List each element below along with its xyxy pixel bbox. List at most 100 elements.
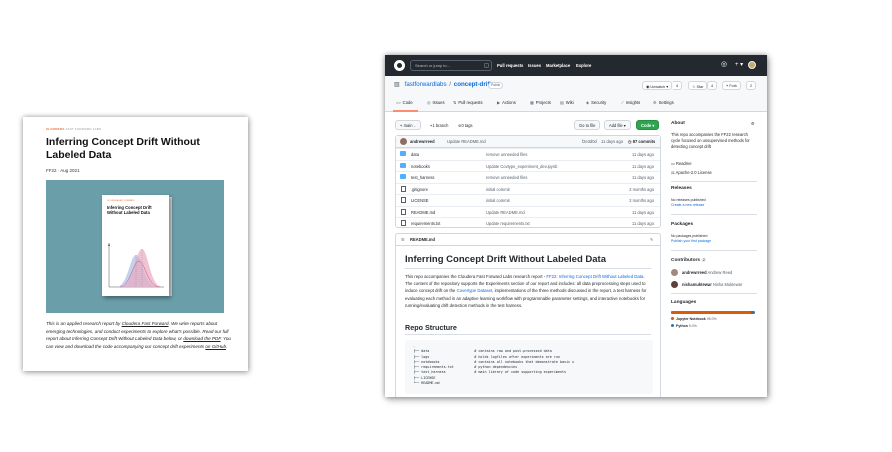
- tab-security-label: Security: [591, 100, 607, 105]
- book-illustration: [108, 243, 164, 288]
- edit-pencil-icon[interactable]: ✎: [650, 237, 653, 242]
- commit-message[interactable]: Update README.md: [447, 139, 486, 144]
- commit-hash[interactable]: f2e3d0d: [582, 139, 597, 144]
- covertype-dataset-link[interactable]: Covertype Dataset: [457, 288, 493, 293]
- file-commit-message[interactable]: remove unneeded files: [486, 175, 527, 180]
- file-row[interactable]: README.md Update README.md 11 days ago: [396, 205, 660, 217]
- tab-actions[interactable]: ▶ Actions: [497, 100, 516, 105]
- branches-link[interactable]: ⑂1 branch: [430, 123, 448, 128]
- bell-icon[interactable]: ◎: [721, 61, 728, 69]
- repo-owner-link[interactable]: fastforwardlabs: [405, 81, 447, 88]
- nav-pull-requests[interactable]: Pull requests: [497, 63, 523, 68]
- tab-wiki[interactable]: ▤ Wiki: [560, 100, 574, 105]
- file-row[interactable]: LICENSE initial commit 2 months ago: [396, 194, 660, 205]
- fork-button[interactable]: ⑂ Fork: [722, 81, 741, 90]
- pull-request-icon: ⇅: [453, 100, 457, 105]
- file-row[interactable]: test_harness remove unneeded files 11 days…: [396, 171, 660, 182]
- tab-security[interactable]: ◈ Security: [586, 100, 606, 105]
- watch-count[interactable]: 4: [673, 81, 683, 90]
- readme-file-label: README.md: [410, 237, 436, 242]
- tab-projects[interactable]: ▦ Projects: [530, 100, 551, 105]
- tab-settings[interactable]: ⚙ Settings: [653, 100, 674, 105]
- commits-count-label: 87 commits: [632, 139, 656, 144]
- nav-issues[interactable]: Issues: [528, 63, 541, 68]
- contributor-2-name: Nisha Muktewar: [712, 282, 743, 287]
- contributor-1[interactable]: andrewrreed Andrew Reed: [682, 270, 732, 275]
- commit-author[interactable]: andrewrreed: [410, 139, 435, 144]
- tab-code[interactable]: <> Code: [396, 100, 413, 105]
- language-jupyter[interactable]: Jupyter Notebook 95.0%: [671, 317, 717, 321]
- file-commit-message[interactable]: remove unneeded files: [486, 152, 527, 157]
- star-count[interactable]: 4: [707, 81, 718, 90]
- branch-label: main: [403, 123, 413, 128]
- file-name[interactable]: test_harness: [411, 175, 434, 180]
- download-pdf-link[interactable]: download the PDF: [183, 336, 220, 341]
- tab-settings-label: Settings: [658, 100, 674, 105]
- jupyter-dot-icon: [671, 317, 674, 320]
- license-link[interactable]: ⚖ Apache-2.0 License: [671, 170, 712, 175]
- language-bar-jupyter: [671, 311, 751, 314]
- nav-marketplace[interactable]: Marketplace: [546, 63, 570, 68]
- branch-selector[interactable]: ⑂ main ▾: [395, 120, 422, 130]
- file-commit-message[interactable]: Update requirements.txt: [486, 221, 530, 226]
- file-commit-message[interactable]: initial commit: [486, 187, 510, 192]
- commits-count[interactable]: ◷ 87 commits: [628, 139, 655, 144]
- author-avatar[interactable]: [400, 138, 407, 145]
- file-commit-message[interactable]: initial commit: [486, 198, 510, 203]
- book-title: Inferring Concept Drift Without Labeled …: [107, 205, 152, 215]
- file-row[interactable]: .gitignore initial commit 2 months ago: [396, 182, 660, 194]
- file-commit-message[interactable]: Update Covtype_experiment_dev.ipynb: [486, 164, 557, 169]
- tab-issues-label: Issues: [432, 100, 445, 105]
- contributor-avatar[interactable]: [671, 281, 678, 288]
- file-row[interactable]: notebooks Update Covtype_experiment_dev.i…: [396, 159, 660, 171]
- file-age: 11 days ago: [631, 175, 654, 180]
- repo-name-link[interactable]: concept-drift: [454, 81, 492, 88]
- cloudera-ff-link[interactable]: Cloudera Fast Forward: [122, 321, 169, 326]
- tab-actions-label: Actions: [502, 100, 516, 105]
- publish-package-link[interactable]: Publish your first package: [671, 239, 711, 243]
- add-file-button[interactable]: Add file ▾: [604, 120, 631, 130]
- file-name[interactable]: notebooks: [411, 164, 430, 169]
- github-logo-icon[interactable]: [394, 60, 405, 71]
- releases-heading[interactable]: Releases: [671, 186, 692, 191]
- report-book-image: CLOUDERA FAST FORWARD Inferring Concept …: [102, 195, 169, 296]
- tab-pull-requests[interactable]: ⇅ Pull requests: [453, 100, 483, 105]
- report-brand-name: CLOUDERA: [46, 127, 65, 131]
- tags-link[interactable]: ⊘0 tags: [458, 123, 473, 128]
- contributors-count: 2: [701, 258, 707, 262]
- file-row[interactable]: data remove unneeded files 11 days ago: [396, 148, 660, 159]
- repo-icon: ▧: [394, 81, 400, 88]
- about-gear-icon[interactable]: ⚙: [751, 121, 755, 126]
- fork-count[interactable]: 2: [746, 81, 757, 90]
- folder-icon: [400, 151, 406, 156]
- plus-dropdown-icon[interactable]: + ▾: [735, 61, 743, 68]
- file-row[interactable]: requirements.txt Update requirements.txt 1…: [396, 217, 660, 228]
- wiki-icon: ▤: [560, 100, 564, 105]
- packages-heading[interactable]: Packages: [671, 222, 693, 227]
- list-icon[interactable]: ☰: [401, 237, 405, 242]
- file-commit-message[interactable]: Update README.md: [486, 210, 525, 215]
- contributors-heading[interactable]: Contributors 2: [671, 258, 707, 263]
- user-avatar[interactable]: [748, 61, 756, 69]
- file-name[interactable]: LICENSE: [411, 198, 429, 203]
- file-name[interactable]: data: [411, 152, 419, 157]
- readme-link[interactable]: ▭ Readme: [671, 161, 692, 166]
- github-link[interactable]: on GitHub: [205, 344, 226, 349]
- file-name[interactable]: requirements.txt: [411, 221, 440, 226]
- go-to-file-button[interactable]: Go to file: [574, 120, 601, 130]
- tab-issues[interactable]: ◎ Issues: [427, 100, 445, 105]
- language-jupyter-name: Jupyter Notebook: [676, 317, 706, 321]
- file-name[interactable]: README.md: [411, 210, 435, 215]
- create-release-link[interactable]: Create a new release: [671, 203, 704, 207]
- search-input[interactable]: Search or jump to... /: [410, 60, 492, 71]
- report-link[interactable]: FF22: Inferring Concept Drift Without La…: [546, 274, 643, 279]
- contributor-2[interactable]: nishamuktewar Nisha Muktewar: [682, 282, 742, 287]
- file-name[interactable]: .gitignore: [411, 187, 428, 192]
- nav-explore[interactable]: Explore: [576, 63, 591, 68]
- language-python[interactable]: Python 5.0%: [671, 324, 697, 328]
- tab-insights[interactable]: ⟋ Insights: [621, 100, 640, 105]
- star-button[interactable]: ☆ Star: [688, 81, 708, 90]
- contributor-avatar[interactable]: [671, 269, 678, 276]
- code-button[interactable]: Code ▾: [636, 120, 660, 130]
- watch-button[interactable]: ◉ Unwatch ▾: [642, 81, 673, 90]
